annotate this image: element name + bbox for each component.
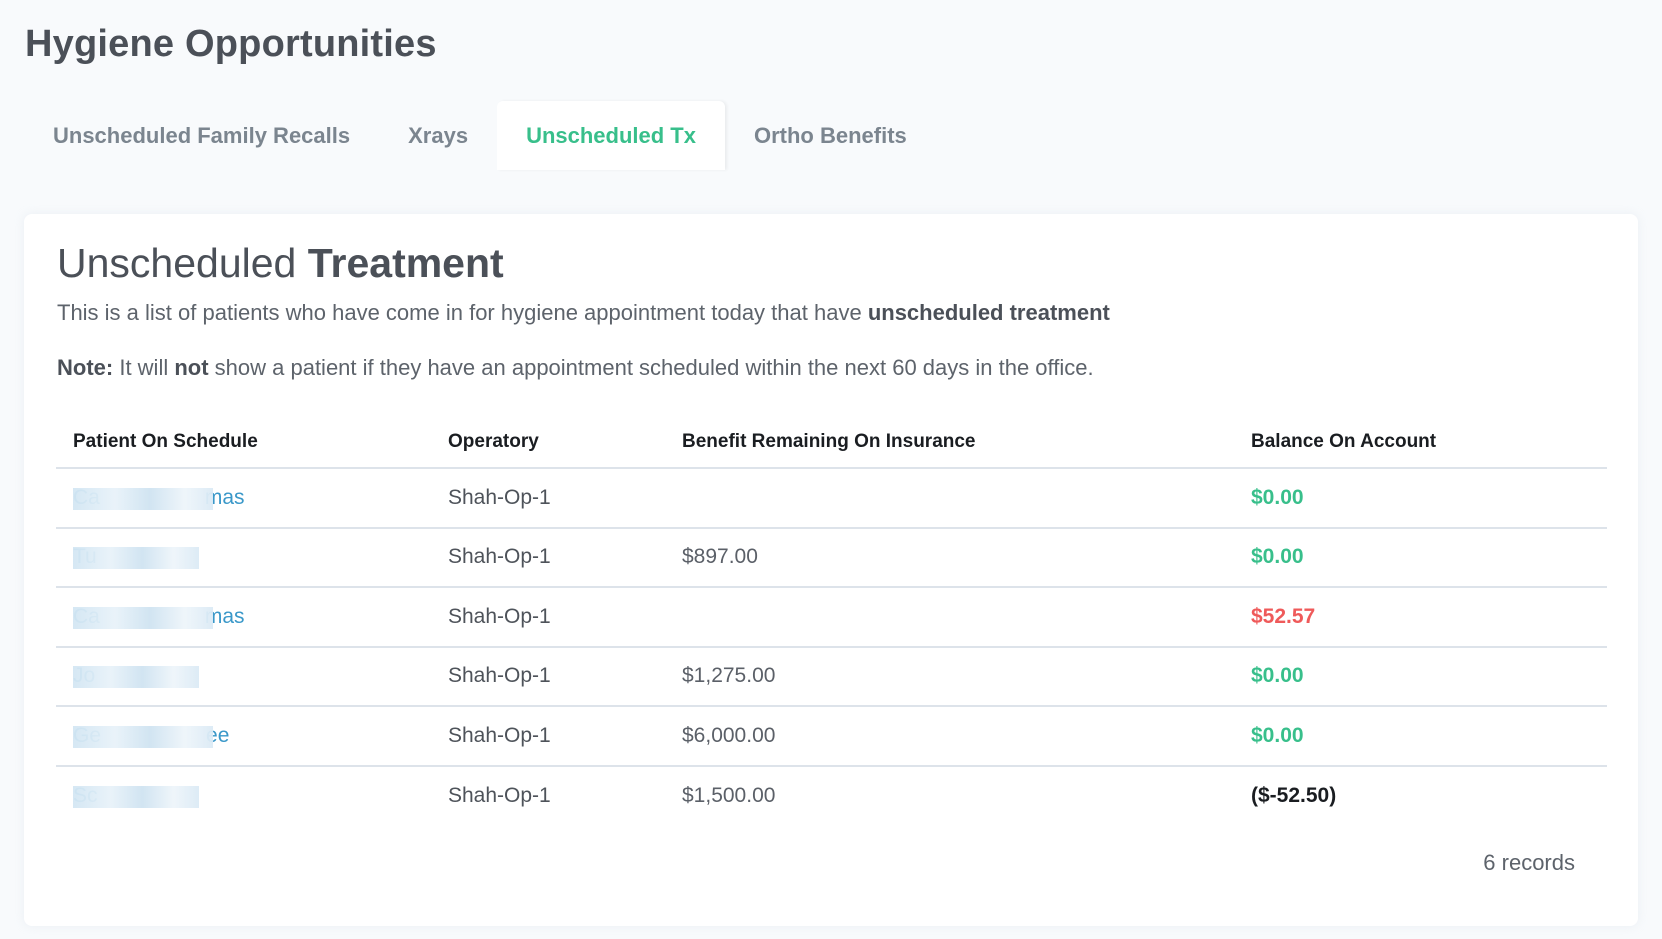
card-title-light: Unscheduled bbox=[57, 240, 308, 286]
operatory-cell: Shah-Op-1 bbox=[448, 604, 551, 628]
note-text-1: It will bbox=[113, 355, 175, 380]
tab-unscheduled-family-recalls[interactable]: Unscheduled Family Recalls bbox=[24, 101, 379, 170]
patient-cell: Ca mas bbox=[56, 605, 431, 629]
card-note: Note: It will not show a patient if they… bbox=[57, 353, 1094, 383]
column-header-benefit: Benefit Remaining On Insurance bbox=[682, 430, 976, 452]
patient-cell: Tu bbox=[56, 545, 431, 570]
patient-cell: Ge ee bbox=[56, 724, 431, 748]
table-body: Ca mas Shah-Op-1 $0.00 Tu Shah-Op-1 $897.00 $… bbox=[56, 469, 1607, 826]
note-emphasis: not bbox=[174, 355, 209, 380]
redaction-blur bbox=[73, 606, 213, 629]
balance-cell: $0.00 bbox=[1251, 723, 1304, 747]
operatory-cell: Shah-Op-1 bbox=[448, 723, 551, 747]
card-description: This is a list of patients who have come… bbox=[57, 298, 1110, 328]
note-text-2: show a patient if they have an appointme… bbox=[208, 355, 1094, 380]
operatory-cell: Shah-Op-1 bbox=[448, 545, 551, 569]
patient-cell: Sc bbox=[56, 784, 431, 809]
tab-bar: Unscheduled Family Recalls Xrays Unsched… bbox=[24, 101, 936, 170]
redaction-blur bbox=[73, 666, 199, 689]
benefit-cell: $1,275.00 bbox=[682, 664, 776, 688]
patient-cell: Jo bbox=[56, 664, 431, 689]
records-count: 6 records bbox=[1483, 850, 1575, 875]
redaction-blur bbox=[73, 547, 199, 570]
column-header-balance: Balance On Account bbox=[1251, 430, 1437, 452]
tab-ortho-benefits[interactable]: Ortho Benefits bbox=[725, 101, 936, 170]
redaction-blur bbox=[73, 786, 199, 809]
table-row: Ge ee Shah-Op-1 $6,000.00 $0.00 bbox=[56, 707, 1607, 767]
table-row: Sc Shah-Op-1 $1,500.00 ($-52.50) bbox=[56, 767, 1607, 827]
benefit-cell: $1,500.00 bbox=[682, 784, 776, 808]
balance-cell: $0.00 bbox=[1251, 485, 1304, 509]
operatory-cell: Shah-Op-1 bbox=[448, 485, 551, 509]
patients-table: Patient On Schedule Operatory Benefit Re… bbox=[56, 416, 1607, 826]
balance-cell: $52.57 bbox=[1251, 604, 1316, 628]
card-title-bold: Treatment bbox=[307, 240, 504, 286]
balance-cell: $0.00 bbox=[1251, 545, 1304, 569]
card-title: Unscheduled Treatment bbox=[57, 236, 504, 290]
column-header-patient: Patient On Schedule bbox=[73, 430, 258, 452]
description-emphasis: unscheduled treatment bbox=[867, 300, 1110, 325]
table-row: Jo Shah-Op-1 $1,275.00 $0.00 bbox=[56, 648, 1607, 707]
page-title: Hygiene Opportunities bbox=[25, 23, 437, 65]
benefit-cell: $6,000.00 bbox=[682, 723, 776, 747]
table-row: Ca mas Shah-Op-1 $0.00 bbox=[56, 469, 1607, 529]
unscheduled-treatment-card: Unscheduled Treatment This is a list of … bbox=[24, 214, 1638, 926]
balance-cell: $0.00 bbox=[1251, 664, 1304, 688]
tab-xrays[interactable]: Xrays bbox=[379, 101, 497, 170]
column-header-operatory: Operatory bbox=[448, 430, 539, 452]
table-row: Ca mas Shah-Op-1 $52.57 bbox=[56, 588, 1607, 648]
redaction-blur bbox=[73, 487, 213, 510]
patient-cell: Ca mas bbox=[56, 486, 431, 510]
table-header: Patient On Schedule Operatory Benefit Re… bbox=[56, 416, 1607, 469]
operatory-cell: Shah-Op-1 bbox=[448, 664, 551, 688]
table-row: Tu Shah-Op-1 $897.00 $0.00 bbox=[56, 529, 1607, 588]
page: Hygiene Opportunities Unscheduled Family… bbox=[0, 0, 1662, 939]
benefit-cell: $897.00 bbox=[682, 545, 758, 569]
description-text: This is a list of patients who have come… bbox=[57, 300, 868, 325]
operatory-cell: Shah-Op-1 bbox=[448, 784, 551, 808]
tab-unscheduled-tx[interactable]: Unscheduled Tx bbox=[497, 101, 725, 170]
balance-cell: ($-52.50) bbox=[1251, 784, 1337, 808]
note-label: Note: bbox=[57, 355, 114, 380]
redaction-blur bbox=[73, 725, 213, 748]
